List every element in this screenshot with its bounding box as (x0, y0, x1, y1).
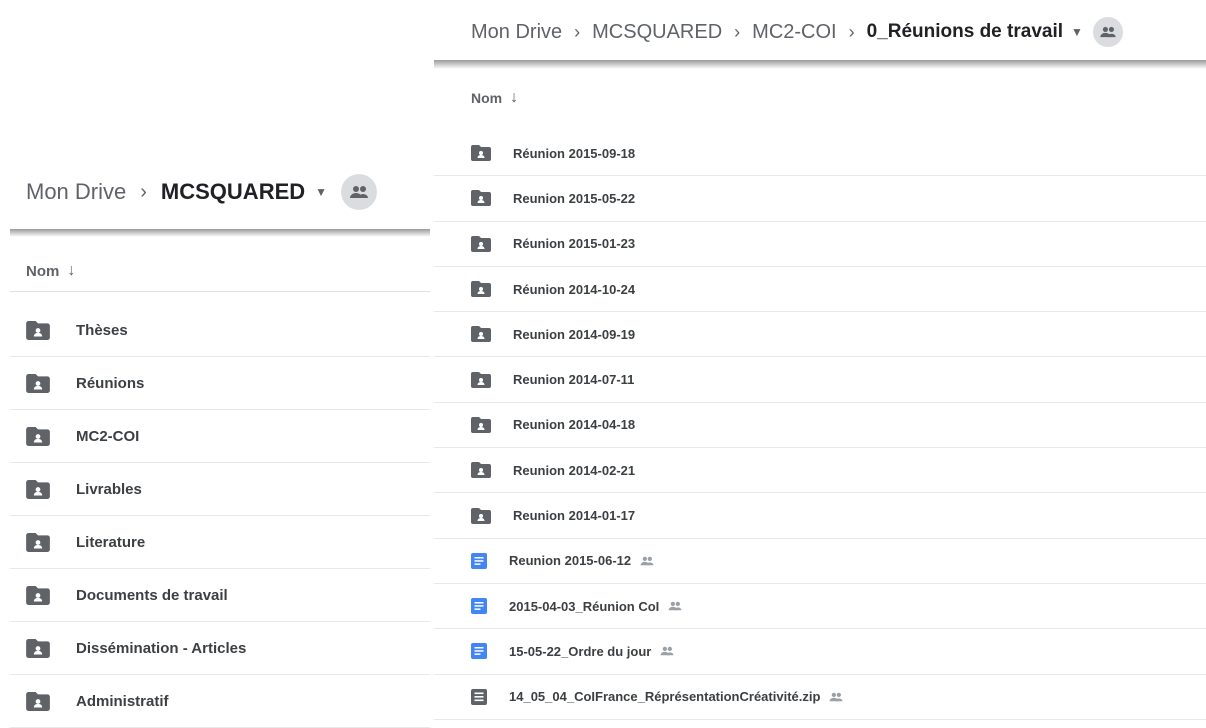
shared-people-icon (667, 601, 683, 611)
file-list: Thèses Réunions MC2-COI Livrables Literature… (10, 304, 430, 728)
list-item[interactable]: 2015-04-03_Réunion CoI (434, 584, 1206, 630)
item-name: Reunion 2014-09-19 (513, 326, 636, 342)
list-item[interactable]: Réunion 2014-10-24 (434, 267, 1206, 313)
column-header-label: Nom (26, 262, 60, 280)
item-name: Reunion 2015-06-12 (509, 553, 632, 569)
list-item[interactable]: 15-05-22_Ordre du jour (434, 629, 1206, 675)
breadcrumb-current[interactable]: 0_Réunions de travail (867, 21, 1063, 43)
shared-folder-icon (471, 235, 491, 252)
list-item[interactable]: Réunions (10, 357, 430, 410)
sort-down-arrow-icon[interactable]: ↓ (510, 89, 518, 107)
shared-folder-icon (471, 145, 491, 162)
breadcrumb-chevron-icon: › (574, 21, 581, 42)
column-header-label: Nom (471, 90, 503, 106)
item-name: Réunion 2015-01-23 (513, 236, 636, 252)
shared-folder-icon (471, 371, 491, 388)
shared-folder-icon (26, 373, 50, 393)
header-shadow (10, 229, 430, 237)
list-item[interactable]: Reunion 2015-06-12 (434, 539, 1206, 584)
shared-people-icon (639, 556, 655, 566)
left-panel: Mon Drive › MCSQUARED ▼ Nom ↓ Thèses Réun… (0, 0, 430, 728)
breadcrumb-chevron-icon: › (848, 21, 855, 42)
list-item[interactable]: Réunion 2015-01-23 (434, 222, 1206, 267)
list-item[interactable]: Réunion 2015-09-18 (434, 131, 1206, 177)
list-item[interactable]: Livrables (10, 463, 430, 516)
shared-folder-icon (471, 507, 491, 524)
breadcrumb-level1[interactable]: MCSQUARED (592, 21, 722, 44)
item-name: Reunion 2014-01-17 (513, 508, 636, 524)
shared-folder-icon (471, 281, 491, 298)
item-name: 2015-04-03_Réunion CoI (509, 598, 660, 614)
right-panel: Mon Drive › MCSQUARED › MC2-COI › 0_Réun… (434, 0, 1206, 720)
list-item[interactable]: Dissémination - Articles (10, 622, 430, 675)
item-name: 15-05-22_Ordre du jour (509, 643, 652, 659)
shared-folder-icon (26, 691, 50, 711)
dropdown-arrow-icon[interactable]: ▼ (315, 185, 327, 199)
shared-folder-icon (26, 426, 50, 446)
breadcrumb: Mon Drive › MCSQUARED › MC2-COI › 0_Réun… (471, 14, 1123, 50)
item-name: Reunion 2014-07-11 (513, 372, 635, 388)
item-name: MC2-COI (76, 427, 140, 445)
shared-folder-icon (471, 416, 491, 433)
shared-folder-icon (26, 532, 50, 552)
item-name: Livrables (76, 480, 142, 498)
list-item[interactable]: MC2-COI (10, 410, 430, 463)
item-name: 14_05_04_CoIFrance_RéprésentationCréativ… (509, 689, 821, 705)
item-name: Dissémination - Articles (76, 639, 247, 657)
shared-people-icon (828, 692, 844, 702)
dropdown-arrow-icon[interactable]: ▼ (1071, 25, 1083, 39)
shared-folder-icon (471, 462, 491, 479)
shared-people-icon (659, 646, 675, 656)
header-shadow (434, 60, 1206, 69)
list-item[interactable]: 14_05_04_CoIFrance_RéprésentationCréativ… (434, 675, 1206, 720)
breadcrumb-root[interactable]: Mon Drive (26, 179, 126, 205)
list-item[interactable]: Reunion 2014-01-17 (434, 493, 1206, 539)
item-name: Literature (76, 533, 146, 551)
item-name: Reunion 2014-04-18 (513, 417, 636, 433)
list-item[interactable]: Administratif (10, 675, 430, 728)
breadcrumb-current[interactable]: MCSQUARED (161, 179, 305, 205)
list-item[interactable]: Reunion 2014-07-11 (434, 357, 1206, 403)
shared-folder-icon (26, 320, 50, 340)
list-item[interactable]: Reunion 2014-09-19 (434, 312, 1206, 358)
item-name: Documents de travail (76, 586, 228, 604)
list-item[interactable]: Thèses (10, 304, 430, 357)
shared-folder-icon (471, 326, 491, 343)
google-doc-icon (471, 552, 487, 569)
google-doc-icon (471, 598, 487, 615)
shared-folder-icon (26, 479, 50, 499)
shared-people-icon[interactable] (1092, 17, 1123, 47)
list-item[interactable]: Documents de travail (10, 569, 430, 622)
shared-people-icon[interactable] (341, 174, 378, 210)
list-item[interactable]: Reunion 2014-04-18 (434, 403, 1206, 449)
item-name: Reunion 2014-02-21 (513, 462, 636, 478)
breadcrumb-chevron-icon: › (140, 180, 147, 203)
item-name: Administratif (76, 692, 169, 710)
item-name: Thèses (76, 321, 128, 339)
list-item[interactable]: Reunion 2014-02-21 (434, 448, 1206, 494)
column-header-name[interactable]: Nom ↓ (471, 80, 518, 116)
archive-file-icon (471, 688, 487, 705)
breadcrumb-root[interactable]: Mon Drive (471, 21, 562, 44)
list-item[interactable]: Literature (10, 516, 430, 569)
breadcrumb-chevron-icon: › (734, 21, 741, 42)
list-item[interactable]: Reunion 2015-05-22 (434, 176, 1206, 222)
sort-down-arrow-icon[interactable]: ↓ (67, 262, 75, 280)
shared-folder-icon (26, 585, 50, 605)
item-name: Réunions (76, 374, 145, 392)
breadcrumb: Mon Drive › MCSQUARED ▼ (26, 172, 378, 212)
item-name: Réunion 2014-10-24 (513, 281, 636, 297)
file-list: Réunion 2015-09-18 Reunion 2015-05-22 Réun… (434, 131, 1206, 720)
shared-folder-icon (471, 190, 491, 207)
breadcrumb-level2[interactable]: MC2-COI (752, 21, 836, 44)
item-name: Réunion 2015-09-18 (513, 145, 636, 161)
column-header-name[interactable]: Nom ↓ (10, 251, 430, 292)
shared-folder-icon (26, 638, 50, 658)
google-doc-icon (471, 643, 487, 660)
item-name: Reunion 2015-05-22 (513, 190, 636, 206)
